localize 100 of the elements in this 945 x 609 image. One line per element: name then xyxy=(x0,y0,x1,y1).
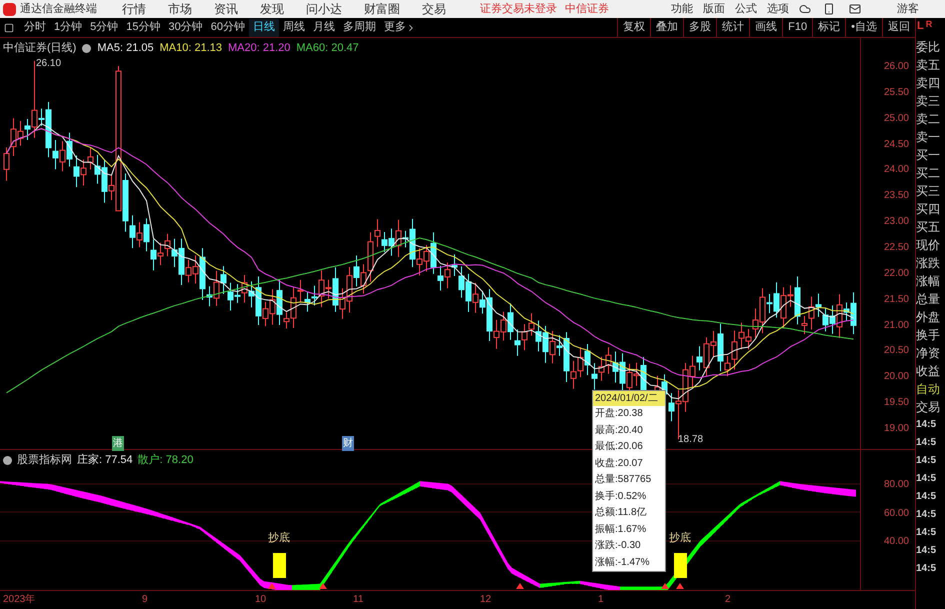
price-axis-label: 25.00 xyxy=(884,112,909,126)
menu-item[interactable]: 问小达 xyxy=(306,0,342,18)
time-axis-label: 11 xyxy=(353,593,364,607)
indicator-axis-label: 40.00 xyxy=(884,535,909,549)
trade-time: 14:5 xyxy=(916,436,938,450)
period-tab[interactable]: 更多 xyxy=(380,18,420,36)
time-axis-label: 12 xyxy=(480,593,492,607)
indicator-axis-label: 80.00 xyxy=(884,478,909,492)
moving-average-value: MA20: 21.20 xyxy=(228,41,290,56)
quote-field-label: 卖四 xyxy=(916,75,941,92)
up-arrow-icon xyxy=(319,583,327,589)
trade-label[interactable]: 交易 xyxy=(916,398,945,416)
app-logo-icon xyxy=(3,2,16,16)
chart-toolbar-button[interactable]: 标记 xyxy=(812,18,846,38)
quote-field-label: 买五 xyxy=(916,219,941,236)
chart-toolbar-button[interactable]: F10 xyxy=(782,18,812,38)
chart-toolbar-button[interactable]: 返回 xyxy=(882,18,915,38)
toolbar-menu-item[interactable]: 选项 xyxy=(767,0,789,18)
price-axis-label: 25.50 xyxy=(884,86,909,100)
period-tab[interactable]: 分时 xyxy=(20,18,50,36)
period-tab[interactable]: 60分钟 xyxy=(206,18,249,36)
indicator-value: 散户: 78.20 xyxy=(138,452,194,468)
period-tab[interactable]: 15分钟 xyxy=(122,18,164,36)
toolbar-menu-item[interactable]: 公式 xyxy=(735,0,757,18)
quote-field-label: 外盘 xyxy=(916,309,941,326)
menu-item[interactable]: 财富圈 xyxy=(364,0,400,18)
phone-icon[interactable] xyxy=(823,3,835,15)
period-tab[interactable]: 月线 xyxy=(309,18,339,36)
quote-field-label: 涨幅 xyxy=(916,273,941,290)
price-axis-label: 21.00 xyxy=(884,318,909,332)
cloud-icon[interactable] xyxy=(799,3,811,15)
indicator-axis-label: 60.00 xyxy=(884,506,909,520)
menu-item[interactable]: 行情 xyxy=(122,0,146,18)
tooltip-row-text: 涨跌:-0.30 xyxy=(594,538,642,553)
toolbar-menu-item[interactable]: 版面 xyxy=(703,0,725,18)
price-axis-label: 22.00 xyxy=(884,266,909,281)
up-arrow-icon xyxy=(268,583,276,589)
trade-time: 14:5 xyxy=(916,544,938,558)
quote-field-label: 买二 xyxy=(916,165,941,182)
time-axis-label: 9 xyxy=(142,593,148,607)
tooltip-row-text: 总额:11.8亿 xyxy=(594,506,648,520)
chart-toolbar-button[interactable]: •自选 xyxy=(845,18,882,38)
price-axis-label: 24.50 xyxy=(884,138,909,152)
chart-toolbar-button[interactable]: 复权 xyxy=(617,18,650,38)
mail-icon[interactable] xyxy=(849,3,861,15)
signal-bar xyxy=(272,552,286,578)
period-tab[interactable]: 1分钟 xyxy=(50,18,86,36)
quote-field-label: 涨跌 xyxy=(916,255,941,272)
menu-item[interactable]: 市场 xyxy=(168,0,192,18)
menu-item[interactable]: 发现 xyxy=(260,0,284,18)
period-tab[interactable]: 日线 xyxy=(249,18,279,36)
trade-time: 14:5 xyxy=(916,526,938,540)
moving-average-value: MA10: 21.13 xyxy=(160,41,222,56)
broker-name: 中信证券 xyxy=(565,2,609,17)
panel-icon[interactable] xyxy=(4,22,14,32)
chart-toolbar-button[interactable]: 统计 xyxy=(716,18,750,38)
chart-toolbar-button[interactable]: 叠加 xyxy=(650,18,684,38)
trade-time: 14:5 xyxy=(916,562,938,576)
app-title: 通达信金融终端 xyxy=(20,2,97,17)
price-axis-label: 24.00 xyxy=(884,163,909,178)
price-axis-label: 26.00 xyxy=(884,60,909,74)
moving-average-value: MA5: 21.05 xyxy=(97,41,154,56)
period-tab[interactable]: 周线 xyxy=(279,18,309,36)
signal-label: 抄底 xyxy=(669,530,691,546)
event-marker[interactable]: 财 xyxy=(342,436,354,451)
price-axis-label: 21.50 xyxy=(884,292,909,307)
quote-field-label: 现价 xyxy=(916,237,941,254)
chart-toolbar-button[interactable]: 画线 xyxy=(749,18,782,38)
quote-field-label: 买一 xyxy=(916,147,941,164)
trade-time: 14:5 xyxy=(916,454,938,468)
quote-field-label: 委比 xyxy=(916,39,941,56)
chart-toolbar-button[interactable]: 多股 xyxy=(683,18,716,38)
time-axis-label: 10 xyxy=(255,593,266,607)
tooltip-row-text: 总量:587765 xyxy=(594,472,652,487)
quote-field-label: 换手 xyxy=(916,327,941,344)
period-tab[interactable]: 30分钟 xyxy=(164,18,207,36)
login-notice: 证券交易未登录 xyxy=(480,2,557,17)
tooltip-row-text: 最低:20.06 xyxy=(594,440,644,454)
tooltip-row-text: 振幅:1.67% xyxy=(594,522,648,536)
moving-average-value: MA60: 20.47 xyxy=(296,41,359,56)
period-tab[interactable]: 5分钟 xyxy=(86,18,122,36)
tooltip-row-text: 收盘:20.07 xyxy=(594,456,644,470)
quote-field-label: 卖三 xyxy=(916,93,941,110)
tooltip-row-text: 最高:20.40 xyxy=(594,424,644,438)
period-tab[interactable]: 多周期 xyxy=(339,18,380,36)
signal-label: 抄底 xyxy=(268,530,290,546)
price-axis-label: 19.00 xyxy=(884,422,909,436)
menu-item[interactable]: 资讯 xyxy=(214,0,238,18)
quote-field-label: 卖二 xyxy=(916,111,941,128)
toolbar-menu-item[interactable]: 功能 xyxy=(671,0,693,18)
price-axis-label: 20.50 xyxy=(884,344,909,358)
corner-label[interactable]: R xyxy=(926,18,932,32)
price-axis-label: 23.50 xyxy=(884,189,909,204)
user-name[interactable]: 游客 xyxy=(897,0,919,18)
tooltip-row-text: 涨幅:-1.47% xyxy=(594,556,650,570)
quote-field-label: 买三 xyxy=(916,183,941,200)
time-axis-label: 2023年 xyxy=(3,593,36,607)
corner-label[interactable]: L xyxy=(917,18,924,34)
auto-label[interactable]: 自动 xyxy=(916,380,945,398)
menu-item[interactable]: 交易 xyxy=(422,0,446,18)
